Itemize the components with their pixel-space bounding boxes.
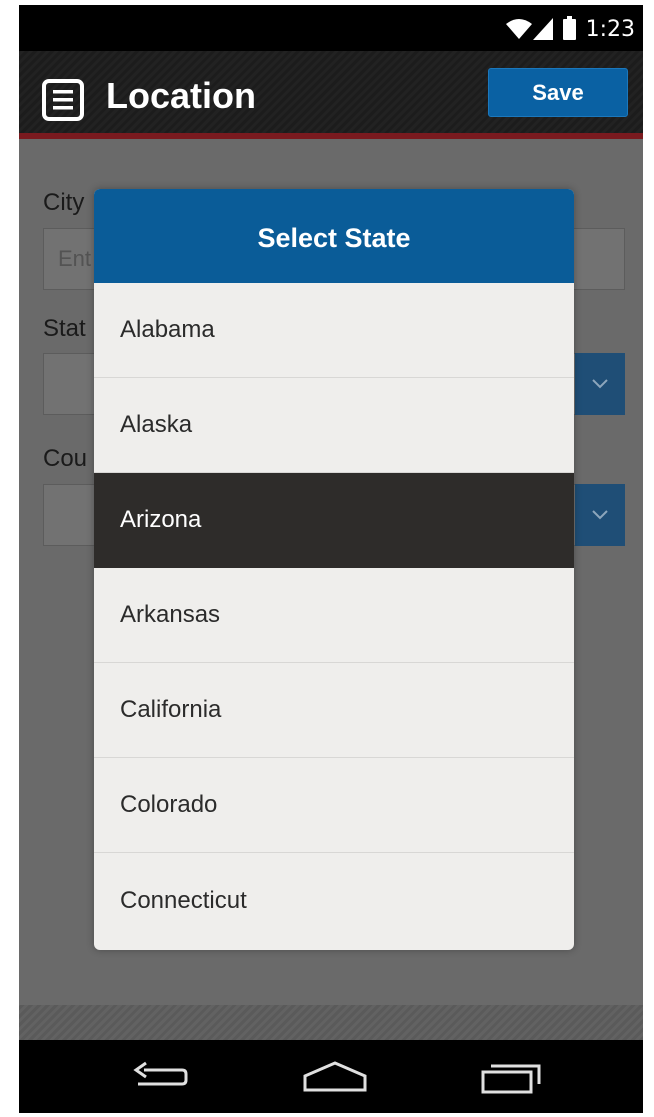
state-option-california[interactable]: California	[94, 663, 574, 758]
chevron-down-icon	[592, 510, 608, 520]
dialog-title: Select State	[94, 189, 574, 283]
recents-icon[interactable]	[481, 1060, 543, 1094]
state-dropdown-arrow[interactable]	[575, 353, 625, 415]
battery-icon	[562, 15, 576, 40]
status-time: 1:23	[585, 16, 635, 42]
phone-screen: 1:23 Location Save City Ent Stat Cou Sel…	[19, 5, 643, 1113]
save-button[interactable]: Save	[488, 68, 628, 117]
country-dropdown-arrow[interactable]	[575, 484, 625, 546]
state-option-alabama[interactable]: Alabama	[94, 283, 574, 378]
country-label: Cou	[43, 445, 88, 472]
back-icon[interactable]	[132, 1060, 188, 1094]
state-label: Stat	[43, 315, 86, 342]
state-option-colorado[interactable]: Colorado	[94, 758, 574, 853]
state-option-alaska[interactable]: Alaska	[94, 378, 574, 473]
city-label: City	[43, 189, 85, 216]
status-bar: 1:23	[19, 5, 643, 51]
state-list: Alabama Alaska Arizona Arkansas Californ…	[94, 283, 574, 948]
page-title: Location	[106, 75, 256, 116]
action-bar: Location Save	[19, 51, 643, 139]
chevron-down-icon	[592, 379, 608, 389]
signal-icon	[532, 18, 553, 40]
state-option-connecticut[interactable]: Connecticut	[94, 853, 574, 948]
city-placeholder: Ent	[58, 246, 92, 271]
wifi-icon	[505, 19, 532, 39]
navigation-bar	[19, 1040, 643, 1113]
state-option-arizona[interactable]: Arizona	[94, 473, 574, 568]
select-state-dialog: Select State Alabama Alaska Arizona Arka…	[94, 189, 574, 950]
state-option-arkansas[interactable]: Arkansas	[94, 568, 574, 663]
menu-icon[interactable]	[42, 79, 84, 121]
status-icons: 1:23	[505, 15, 635, 43]
footer-band	[19, 1005, 643, 1040]
home-icon[interactable]	[303, 1060, 367, 1094]
